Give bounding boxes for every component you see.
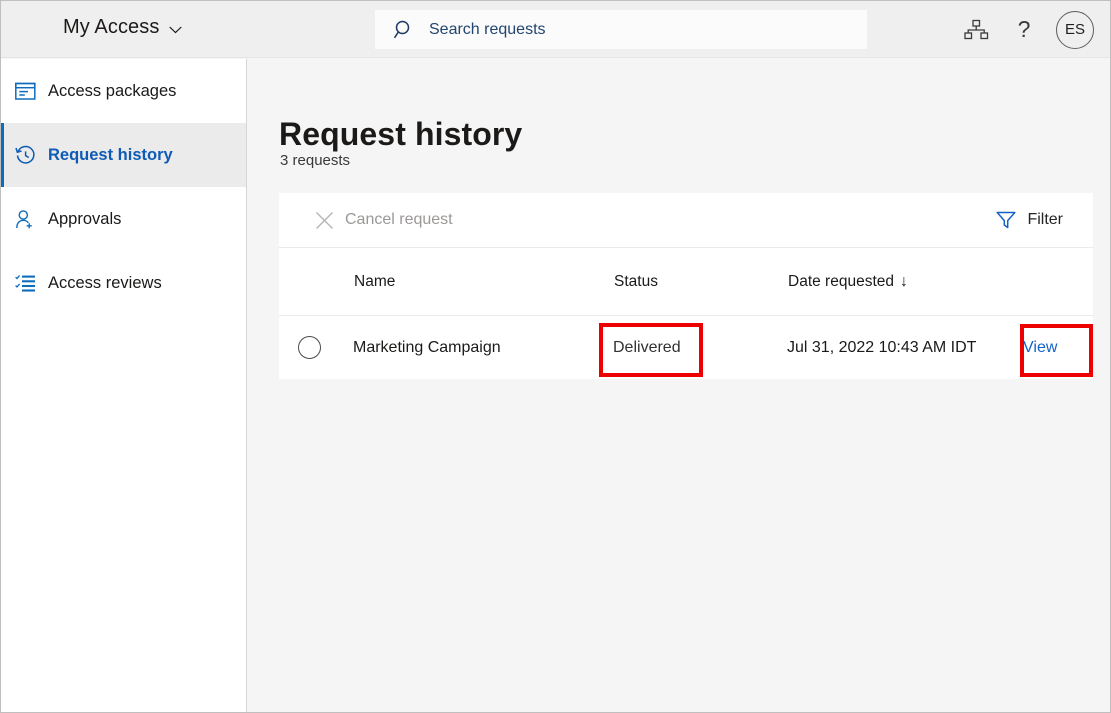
request-name: Marketing Campaign — [353, 339, 501, 356]
close-x-icon — [315, 211, 334, 230]
sidebar-item-label: Request history — [48, 146, 173, 165]
table-row[interactable]: Marketing Campaign Delivered Jul 31, 202… — [279, 316, 1093, 380]
header-icon-group: ? ES — [952, 1, 1110, 58]
brand-menu[interactable]: My Access — [63, 16, 182, 39]
date-requested: Jul 31, 2022 10:43 AM IDT — [787, 339, 976, 356]
column-header-status[interactable]: Status — [613, 248, 787, 316]
package-icon — [14, 80, 36, 102]
help-icon: ? — [1018, 18, 1031, 41]
search-box[interactable] — [375, 10, 867, 49]
table-body: Marketing Campaign Delivered Jul 31, 202… — [279, 316, 1093, 380]
page-title: Request history — [279, 116, 522, 153]
status-badge: Delivered — [613, 339, 681, 356]
brand-title: My Access — [63, 16, 159, 39]
sidebar-item-access-packages[interactable]: Access packages — [1, 59, 246, 123]
row-name-cell: Marketing Campaign — [353, 316, 613, 380]
sidebar-item-access-reviews[interactable]: Access reviews — [1, 251, 246, 315]
sidebar: Access packages Request history Appr — [1, 59, 247, 713]
request-count: 3 requests — [280, 152, 350, 169]
sidebar-item-label: Access reviews — [48, 274, 162, 293]
chevron-down-icon — [169, 26, 182, 34]
filter-label: Filter — [1027, 211, 1063, 229]
history-clock-icon — [14, 144, 36, 166]
row-radio-button[interactable] — [298, 336, 321, 359]
row-action-cell: View — [1023, 316, 1093, 380]
table-header-row: Name Status Date requested ↓ — [279, 248, 1093, 316]
sidebar-item-label: Approvals — [48, 210, 121, 229]
requests-table: Name Status Date requested ↓ — [279, 248, 1093, 379]
command-bar-right: Filter — [996, 211, 1093, 229]
avatar-initials: ES — [1065, 21, 1085, 38]
my-access-window: My Access ? — [0, 0, 1111, 713]
sidebar-item-approvals[interactable]: Approvals — [1, 187, 246, 251]
view-link[interactable]: View — [1023, 339, 1057, 356]
sort-descending-icon: ↓ — [900, 273, 908, 290]
column-header-status-label: Status — [613, 273, 658, 290]
column-header-name-label: Name — [353, 273, 395, 290]
row-select-cell[interactable] — [279, 316, 353, 380]
select-all-header — [279, 248, 353, 316]
table-header: Name Status Date requested ↓ — [279, 248, 1093, 316]
sidebar-item-label: Access packages — [48, 82, 176, 101]
sidebar-item-request-history[interactable]: Request history — [1, 123, 246, 187]
column-header-date-requested[interactable]: Date requested ↓ — [787, 248, 1023, 316]
requests-card: Cancel request Filter — [279, 193, 1093, 379]
column-header-action — [1023, 248, 1093, 316]
checklist-icon — [14, 272, 36, 294]
avatar[interactable]: ES — [1056, 11, 1094, 49]
row-date-cell: Jul 31, 2022 10:43 AM IDT — [787, 316, 1023, 380]
filter-button[interactable]: Filter — [996, 211, 1063, 229]
org-hierarchy-icon — [963, 19, 989, 41]
command-bar-left: Cancel request — [279, 211, 453, 230]
main-content: Request history 3 requests Cancel reques… — [248, 59, 1110, 713]
column-header-date-label: Date requested — [787, 273, 894, 290]
app-header: My Access ? — [1, 1, 1110, 58]
funnel-icon — [996, 211, 1016, 229]
cancel-request-label: Cancel request — [345, 211, 453, 229]
org-hierarchy-button[interactable] — [952, 1, 1000, 58]
cancel-request-button[interactable]: Cancel request — [315, 211, 453, 230]
command-bar: Cancel request Filter — [279, 193, 1093, 248]
column-header-name[interactable]: Name — [353, 248, 613, 316]
person-add-icon — [14, 208, 36, 230]
help-button[interactable]: ? — [1000, 1, 1048, 58]
row-status-cell: Delivered — [613, 316, 787, 380]
search-icon — [393, 19, 415, 41]
search-input[interactable] — [429, 21, 829, 39]
